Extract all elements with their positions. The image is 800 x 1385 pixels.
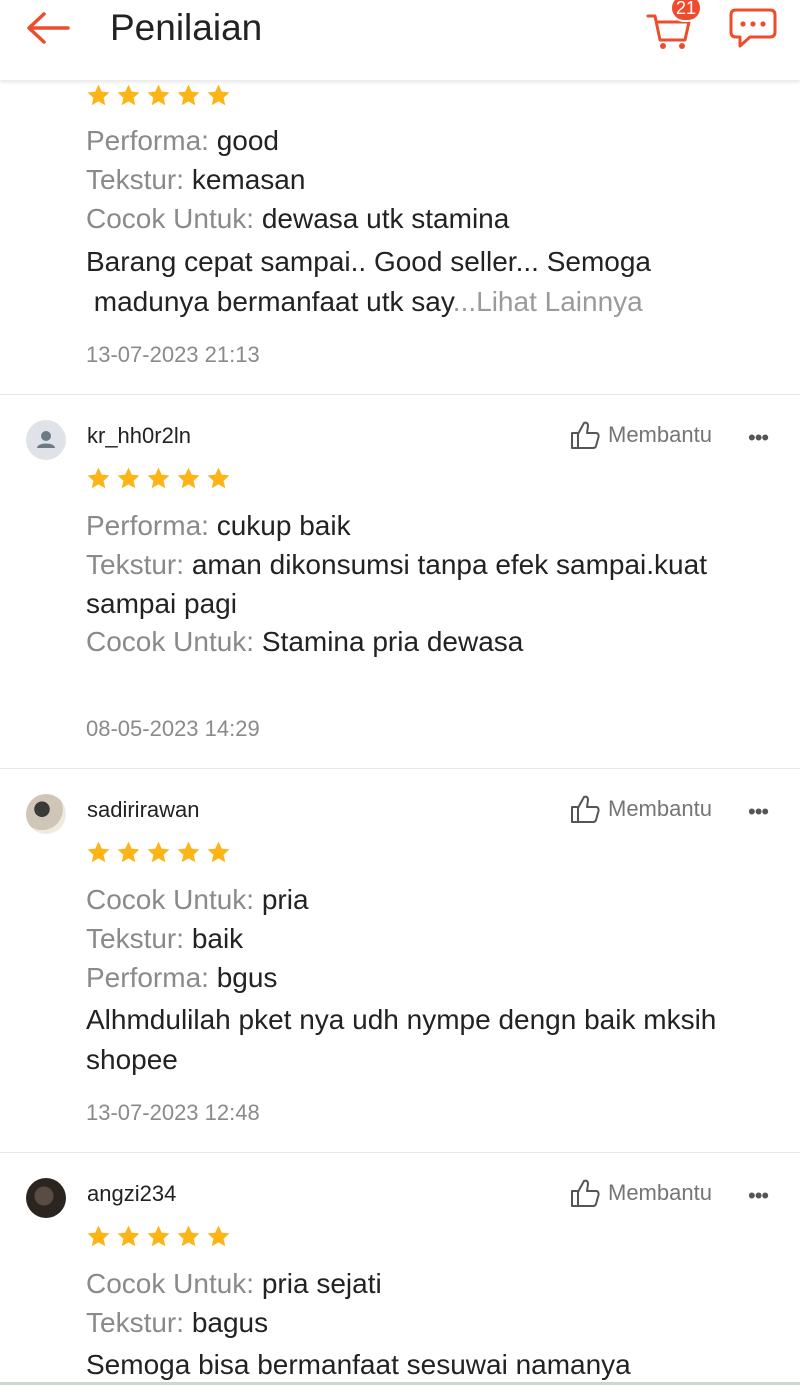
page-title: Penilaian <box>110 7 263 48</box>
review-attribute: sampai pagi <box>86 588 237 619</box>
star-rating <box>86 840 231 866</box>
star-icon <box>207 1225 230 1247</box>
review-attribute: Performa: bgus <box>86 962 278 993</box>
star-icon <box>117 84 140 106</box>
star-rating <box>86 83 231 109</box>
helpful-label: Membantu <box>608 1180 712 1205</box>
star-icon <box>147 84 170 106</box>
avatar[interactable] <box>26 794 66 834</box>
review-attribute: Tekstur: bagus <box>86 1307 269 1338</box>
review-attribute: Cocok Untuk: pria sejati <box>86 1268 382 1299</box>
thumbs-up-icon <box>571 421 600 449</box>
helpful-button[interactable]: Membantu <box>570 794 712 824</box>
reviewer-username[interactable]: angzi234 <box>87 1180 176 1208</box>
star-icon <box>177 841 200 863</box>
star-icon <box>177 467 200 489</box>
see-more-link[interactable]: ...Lihat Lainnya <box>453 286 643 317</box>
helpful-button[interactable]: Membantu <box>570 420 712 450</box>
more-options-icon[interactable]: ••• <box>748 801 778 823</box>
review-date: 13-07-2023 21:13 <box>86 342 260 367</box>
star-icon <box>147 1225 170 1247</box>
more-options-icon[interactable]: ••• <box>748 427 778 449</box>
review-attribute: Cocok Untuk: pria <box>86 884 309 915</box>
review-date: 13-07-2023 12:48 <box>86 1100 260 1125</box>
helpful-button[interactable]: Membantu <box>570 1178 712 1208</box>
star-icon <box>87 467 110 489</box>
star-icon <box>147 467 170 489</box>
star-rating <box>86 466 231 492</box>
review-attribute: Tekstur: aman dikonsumsi tanpa efek samp… <box>86 549 707 580</box>
star-icon <box>177 84 200 106</box>
reviews-list: Performa: good Tekstur: kemasan Cocok Un… <box>0 0 800 1385</box>
star-icon <box>117 841 140 863</box>
reviewer-username[interactable]: sadirirawan <box>87 796 200 824</box>
thumbs-up-icon <box>571 795 600 823</box>
star-icon <box>87 84 110 106</box>
review-attribute: Cocok Untuk: Stamina pria dewasa <box>86 626 524 657</box>
star-icon <box>207 841 230 863</box>
star-icon <box>87 841 110 863</box>
thumbs-up-icon <box>571 1179 600 1207</box>
review-date: 08-05-2023 14:29 <box>86 716 260 741</box>
review-attribute: Performa: cukup baik <box>86 510 351 541</box>
review-text: Semoga bisa bermanfaat sesuwai namanya <box>86 1349 631 1380</box>
app-header: Penilaian 21 <box>0 0 800 80</box>
star-icon <box>207 467 230 489</box>
reviewer-username[interactable]: kr_hh0r2ln <box>87 422 191 450</box>
star-icon <box>207 84 230 106</box>
review-text: Alhmdulilah pket nya udh nympe dengn bai… <box>86 1004 717 1075</box>
star-icon <box>117 1225 140 1247</box>
star-icon <box>117 467 140 489</box>
default-user-icon <box>37 431 55 448</box>
review-attribute: Tekstur: kemasan <box>86 164 306 195</box>
review-attribute: Tekstur: baik <box>86 923 244 954</box>
helpful-label: Membantu <box>608 796 712 821</box>
more-options-icon[interactable]: ••• <box>748 1185 778 1207</box>
review-attribute: Cocok Untuk: dewasa utk stamina <box>86 203 510 234</box>
star-icon <box>147 841 170 863</box>
review-item: kr_hh0r2ln Membantu ••• Performa: cukup … <box>0 395 800 769</box>
helpful-label: Membantu <box>608 422 712 447</box>
review-item: sadirirawan Membantu ••• Cocok Untuk: pr… <box>0 769 800 1153</box>
avatar[interactable] <box>26 1178 66 1218</box>
star-icon <box>177 1225 200 1247</box>
star-rating <box>86 1224 231 1250</box>
cart-count-badge: 21 <box>670 0 703 22</box>
review-item: angzi234 Membantu ••• Cocok Untuk: pria … <box>0 1153 800 1385</box>
review-attribute: Performa: good <box>86 125 280 156</box>
star-icon <box>87 1225 110 1247</box>
avatar[interactable] <box>26 420 66 460</box>
review-text: Barang cepat sampai.. Good seller... Sem… <box>86 246 651 317</box>
back-arrow-icon[interactable] <box>24 10 72 46</box>
chat-icon[interactable] <box>728 6 778 50</box>
